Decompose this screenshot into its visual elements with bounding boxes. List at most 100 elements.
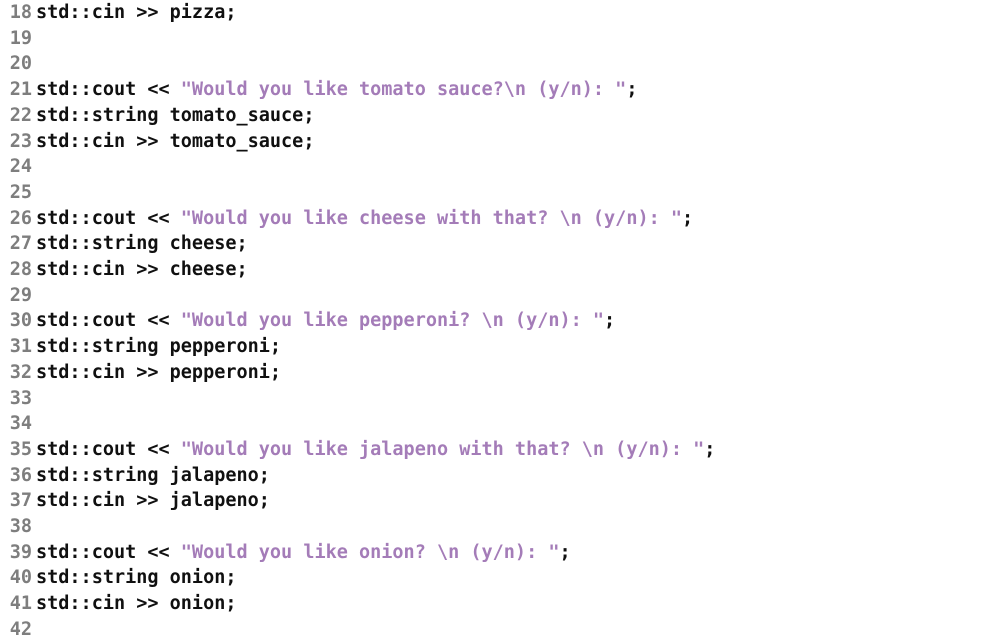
code-content[interactable]: std::cin >> cheese; [36,257,987,283]
token: std::string onion [36,567,225,588]
code-line[interactable]: 29 [0,283,987,309]
line-number: 37 [0,488,36,514]
punctuation: ; [225,593,236,614]
line-number: 28 [0,257,36,283]
code-line[interactable]: 24 [0,154,987,180]
punctuation: ; [704,439,715,460]
line-number: 19 [0,26,36,52]
code-content[interactable]: std::cin >> onion; [36,591,987,617]
code-content[interactable]: std::cin >> jalapeno; [36,488,987,514]
code-line[interactable]: 37std::cin >> jalapeno; [0,488,987,514]
string-literal: "Would you like cheese with that? \n (y/… [181,208,682,229]
code-line[interactable]: 23std::cin >> tomato_sauce; [0,129,987,155]
code-content[interactable]: std::string jalapeno; [36,463,987,489]
line-number: 24 [0,154,36,180]
punctuation: ; [303,105,314,126]
token: std::cin >> pepperoni [36,362,270,383]
code-line[interactable]: 21std::cout << "Would you like tomato sa… [0,77,987,103]
line-number: 20 [0,51,36,77]
code-line[interactable]: 26std::cout << "Would you like cheese wi… [0,206,987,232]
code-content[interactable]: std::cin >> pizza; [36,0,987,26]
token: std::cin >> cheese [36,259,236,280]
line-number: 23 [0,129,36,155]
punctuation: ; [236,233,247,254]
code-line[interactable]: 27std::string cheese; [0,231,987,257]
code-line[interactable]: 39std::cout << "Would you like onion? \n… [0,540,987,566]
string-literal: "Would you like tomato sauce?\n (y/n): " [181,79,627,100]
code-content[interactable]: std::cout << "Would you like tomato sauc… [36,77,987,103]
code-line[interactable]: 31std::string pepperoni; [0,334,987,360]
code-content[interactable]: std::cout << "Would you like jalapeno wi… [36,437,987,463]
code-line[interactable]: 35std::cout << "Would you like jalapeno … [0,437,987,463]
code-line[interactable]: 32std::cin >> pepperoni; [0,360,987,386]
token: std::cin >> tomato_sauce [36,131,303,152]
string-literal: "Would you like jalapeno with that? \n (… [181,439,704,460]
code-line[interactable]: 30std::cout << "Would you like pepperoni… [0,308,987,334]
token: std::cout << [36,79,181,100]
punctuation: ; [560,542,571,563]
code-editor[interactable]: 18std::cin >> pizza;192021std::cout << "… [0,0,987,643]
token: std::cout << [36,310,181,331]
line-number: 30 [0,308,36,334]
code-content[interactable]: std::string pepperoni; [36,334,987,360]
code-content[interactable]: std::cin >> tomato_sauce; [36,129,987,155]
line-number: 22 [0,103,36,129]
token: std::cout << [36,208,181,229]
code-content[interactable]: std::cout << "Would you like onion? \n (… [36,540,987,566]
code-line[interactable]: 41std::cin >> onion; [0,591,987,617]
code-line[interactable]: 42 [0,617,987,643]
punctuation: ; [270,336,281,357]
punctuation: ; [270,362,281,383]
token: std::string pepperoni [36,336,270,357]
code-line[interactable]: 19 [0,26,987,52]
line-number: 21 [0,77,36,103]
code-line[interactable]: 28std::cin >> cheese; [0,257,987,283]
line-number: 27 [0,231,36,257]
code-content[interactable]: std::string tomato_sauce; [36,103,987,129]
token: std::cout << [36,542,181,563]
token: std::cin >> jalapeno [36,490,259,511]
punctuation: ; [259,490,270,511]
code-line[interactable]: 40std::string onion; [0,565,987,591]
line-number: 41 [0,591,36,617]
line-number: 25 [0,180,36,206]
token: std::string tomato_sauce [36,105,303,126]
line-number: 34 [0,411,36,437]
punctuation: ; [303,131,314,152]
token: std::cin >> onion [36,593,225,614]
punctuation: ; [236,259,247,280]
punctuation: ; [259,465,270,486]
line-number: 31 [0,334,36,360]
line-number: 42 [0,617,36,643]
code-content[interactable]: std::string cheese; [36,231,987,257]
code-line[interactable]: 34 [0,411,987,437]
code-line[interactable]: 33 [0,386,987,412]
code-line[interactable]: 38 [0,514,987,540]
code-line[interactable]: 22std::string tomato_sauce; [0,103,987,129]
line-number: 32 [0,360,36,386]
line-number: 39 [0,540,36,566]
punctuation: ; [682,208,693,229]
code-line[interactable]: 25 [0,180,987,206]
punctuation: ; [225,2,236,23]
code-line[interactable]: 20 [0,51,987,77]
punctuation: ; [604,310,615,331]
token: std::cin >> pizza [36,2,225,23]
code-line[interactable]: 36std::string jalapeno; [0,463,987,489]
code-line[interactable]: 18std::cin >> pizza; [0,0,987,26]
line-number: 29 [0,283,36,309]
token: std::string cheese [36,233,236,254]
line-number: 38 [0,514,36,540]
string-literal: "Would you like onion? \n (y/n): " [181,542,560,563]
line-number: 26 [0,206,36,232]
line-number: 18 [0,0,36,26]
code-content[interactable]: std::cout << "Would you like cheese with… [36,206,987,232]
punctuation: ; [225,567,236,588]
line-number: 40 [0,565,36,591]
code-content[interactable]: std::string onion; [36,565,987,591]
code-content[interactable]: std::cin >> pepperoni; [36,360,987,386]
token: std::string jalapeno [36,465,259,486]
token: std::cout << [36,439,181,460]
punctuation: ; [626,79,637,100]
code-content[interactable]: std::cout << "Would you like pepperoni? … [36,308,987,334]
